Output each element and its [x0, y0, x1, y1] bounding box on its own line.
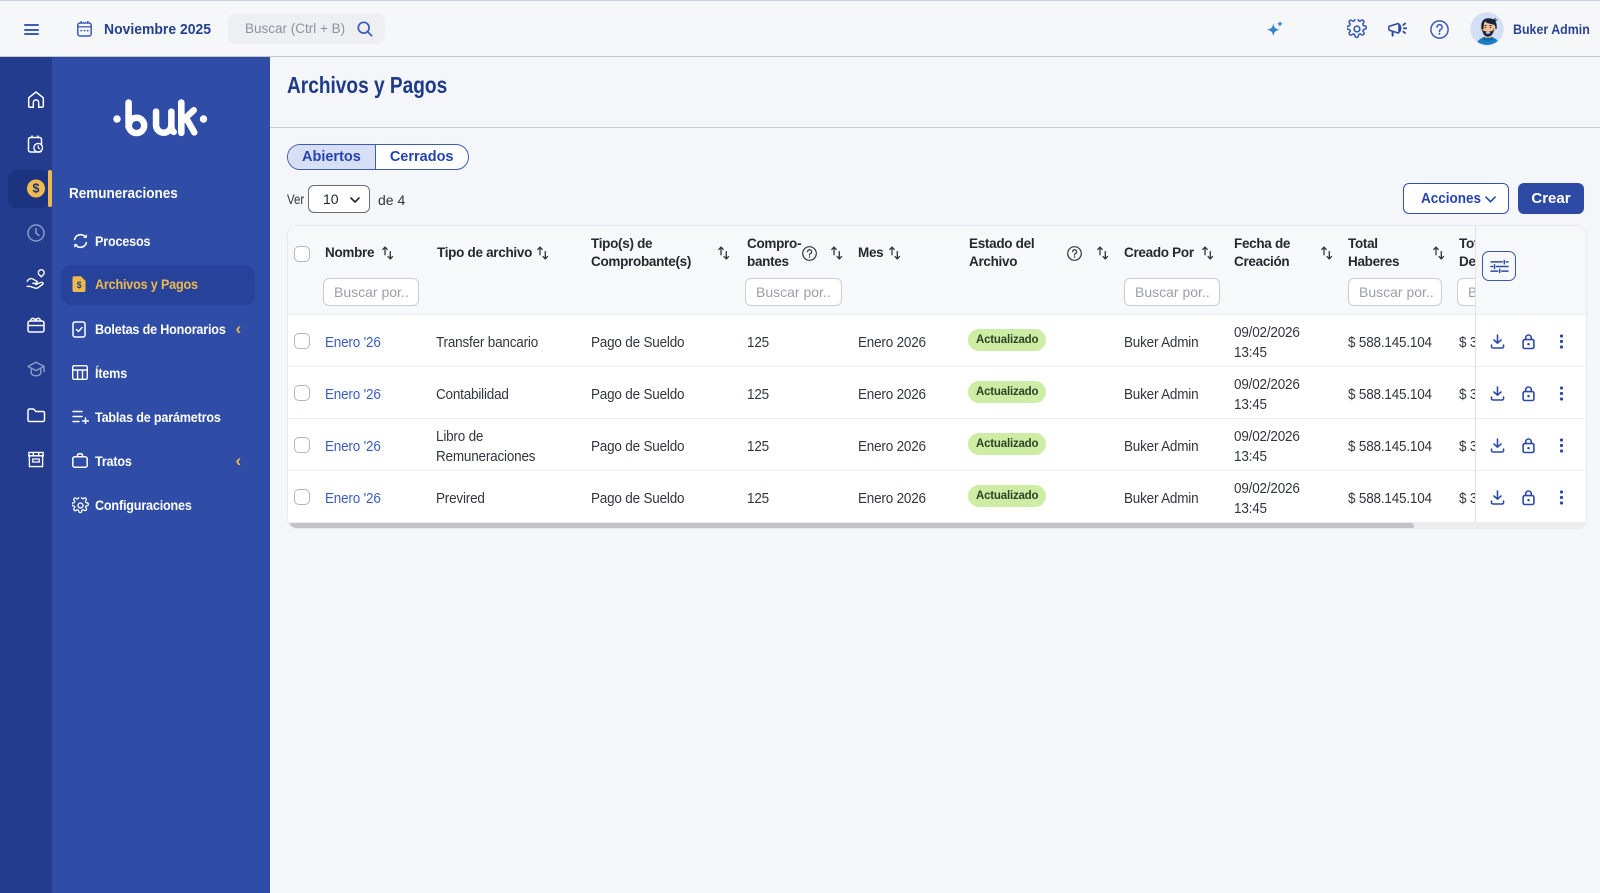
svg-text:$: $ — [77, 280, 82, 290]
svg-text:$: $ — [33, 182, 40, 196]
